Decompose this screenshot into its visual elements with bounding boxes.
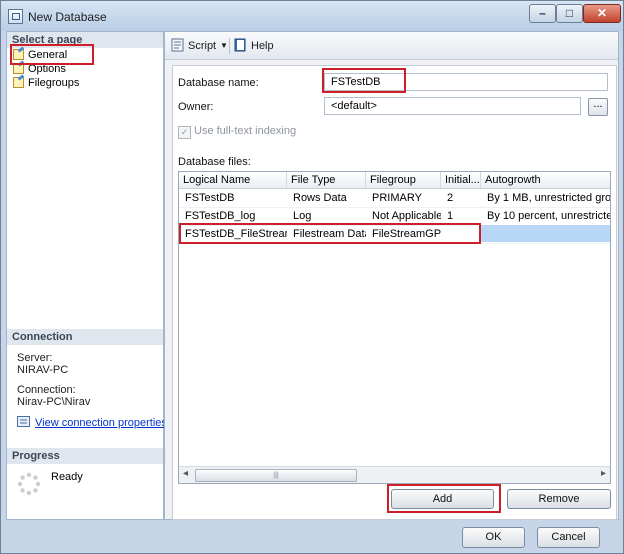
help-book-icon — [234, 38, 246, 52]
connection-header: Connection — [7, 329, 163, 345]
fulltext-label: Use full-text indexing — [194, 125, 297, 137]
page-label-options: Options — [28, 63, 66, 75]
cell-filegroup: Not Applicable — [372, 210, 441, 222]
horizontal-scrollbar[interactable]: ◂ ||| ▸ — [179, 466, 610, 483]
toolbar-separator — [229, 38, 230, 54]
toolbar: Script ▼ Help — [165, 32, 618, 60]
server-value: NIRAV-PC — [17, 364, 69, 376]
script-icon — [171, 38, 184, 52]
help-button[interactable]: Help — [234, 38, 274, 54]
script-label: Script — [188, 40, 217, 52]
cell-autogrowth: By 1 MB, unrestricted growth — [487, 192, 610, 204]
cell-logical-name: FSTestDB_FileStream — [185, 228, 287, 240]
cell-file-type: Filestream Data — [293, 228, 366, 240]
page-item-filegroups[interactable]: Filegroups — [13, 76, 79, 90]
cell-autogrowth-selected[interactable] — [481, 225, 610, 242]
script-dropdown-arrow[interactable]: ▼ — [220, 38, 228, 54]
maximize-button[interactable]: □ — [556, 4, 583, 23]
cell-file-type: Log — [293, 210, 312, 222]
select-page-header: Select a page — [7, 32, 163, 48]
page-icon — [13, 62, 25, 74]
minimize-button[interactable]: – — [529, 4, 556, 23]
right-panel: Script ▼ Help Database name: Owner: <def… — [164, 31, 619, 520]
column-header[interactable]: Filegroup — [366, 172, 441, 188]
table-row[interactable]: FSTestDB Rows Data PRIMARY 2 By 1 MB, un… — [179, 189, 610, 208]
cell-autogrowth: By 10 percent, unrestricted growth — [487, 210, 610, 222]
grid-header: Logical Name File Type Filegroup Initial… — [179, 172, 610, 189]
help-label: Help — [251, 40, 274, 52]
left-panel: Select a page General Options Filegroups… — [6, 31, 167, 520]
view-connection-link[interactable]: View connection properties — [35, 417, 167, 429]
scroll-right-arrow[interactable]: ▸ — [601, 468, 606, 479]
owner-input[interactable]: <default> — [324, 97, 581, 115]
cell-logical-name: FSTestDB — [185, 192, 235, 204]
add-button[interactable]: Add — [391, 489, 494, 509]
cancel-button[interactable]: Cancel — [537, 527, 600, 548]
cell-filegroup: PRIMARY — [372, 192, 422, 204]
properties-icon — [17, 416, 30, 427]
database-name-label: Database name: — [178, 77, 259, 89]
database-name-input[interactable] — [324, 73, 608, 91]
cell-logical-name: FSTestDB_log — [185, 210, 256, 222]
ok-button[interactable]: OK — [462, 527, 525, 548]
page-icon — [13, 48, 25, 60]
scroll-thumb[interactable]: ||| — [195, 469, 357, 482]
connection-label: Connection: — [17, 384, 76, 396]
cell-initial: 2 — [447, 192, 454, 204]
column-header[interactable]: Initial... — [441, 172, 481, 188]
table-row[interactable]: FSTestDB_log Log Not Applicable 1 By 10 … — [179, 207, 610, 226]
page-item-general[interactable]: General — [13, 48, 67, 62]
table-row[interactable]: FSTestDB_FileStream Filestream Data File… — [179, 225, 610, 244]
server-label: Server: — [17, 352, 53, 364]
remove-button[interactable]: Remove — [507, 489, 611, 509]
progress-spinner-icon — [17, 472, 41, 496]
page-label-general: General — [28, 49, 68, 61]
page-label-filegroups: Filegroups — [28, 77, 80, 89]
database-files-grid: Logical Name File Type Filegroup Initial… — [178, 171, 611, 484]
cell-initial: 1 — [447, 210, 454, 222]
column-header[interactable]: File Type — [287, 172, 366, 188]
general-form: Database name: Owner: <default> ... ✓ Us… — [172, 65, 617, 520]
script-button[interactable]: Script — [171, 38, 216, 54]
page-item-options[interactable]: Options — [13, 62, 66, 76]
column-header[interactable]: Autogrowth — [481, 172, 610, 188]
fulltext-checkbox[interactable]: ✓ — [178, 126, 191, 139]
owner-browse-button[interactable]: ... — [588, 98, 608, 116]
title-bar: New Database – □ ✕ — [1, 1, 623, 31]
connection-value: Nirav-PC\Nirav — [17, 396, 91, 408]
cell-file-type: Rows Data — [293, 192, 347, 204]
new-database-window: New Database – □ ✕ Select a page General… — [0, 0, 624, 554]
column-header[interactable]: Logical Name — [179, 172, 287, 188]
database-files-label: Database files: — [178, 156, 251, 168]
owner-label: Owner: — [178, 101, 214, 113]
window-title: New Database — [28, 10, 107, 24]
cell-initial — [441, 225, 481, 243]
cell-filegroup: FileStreamGP — [372, 228, 441, 240]
view-connection-properties[interactable]: View connection properties — [17, 416, 167, 429]
database-window-icon — [8, 9, 23, 24]
page-icon — [13, 76, 25, 88]
close-button[interactable]: ✕ — [583, 4, 621, 23]
progress-status: Ready — [51, 471, 83, 483]
progress-header: Progress — [7, 448, 163, 464]
scroll-left-arrow[interactable]: ◂ — [183, 468, 188, 479]
